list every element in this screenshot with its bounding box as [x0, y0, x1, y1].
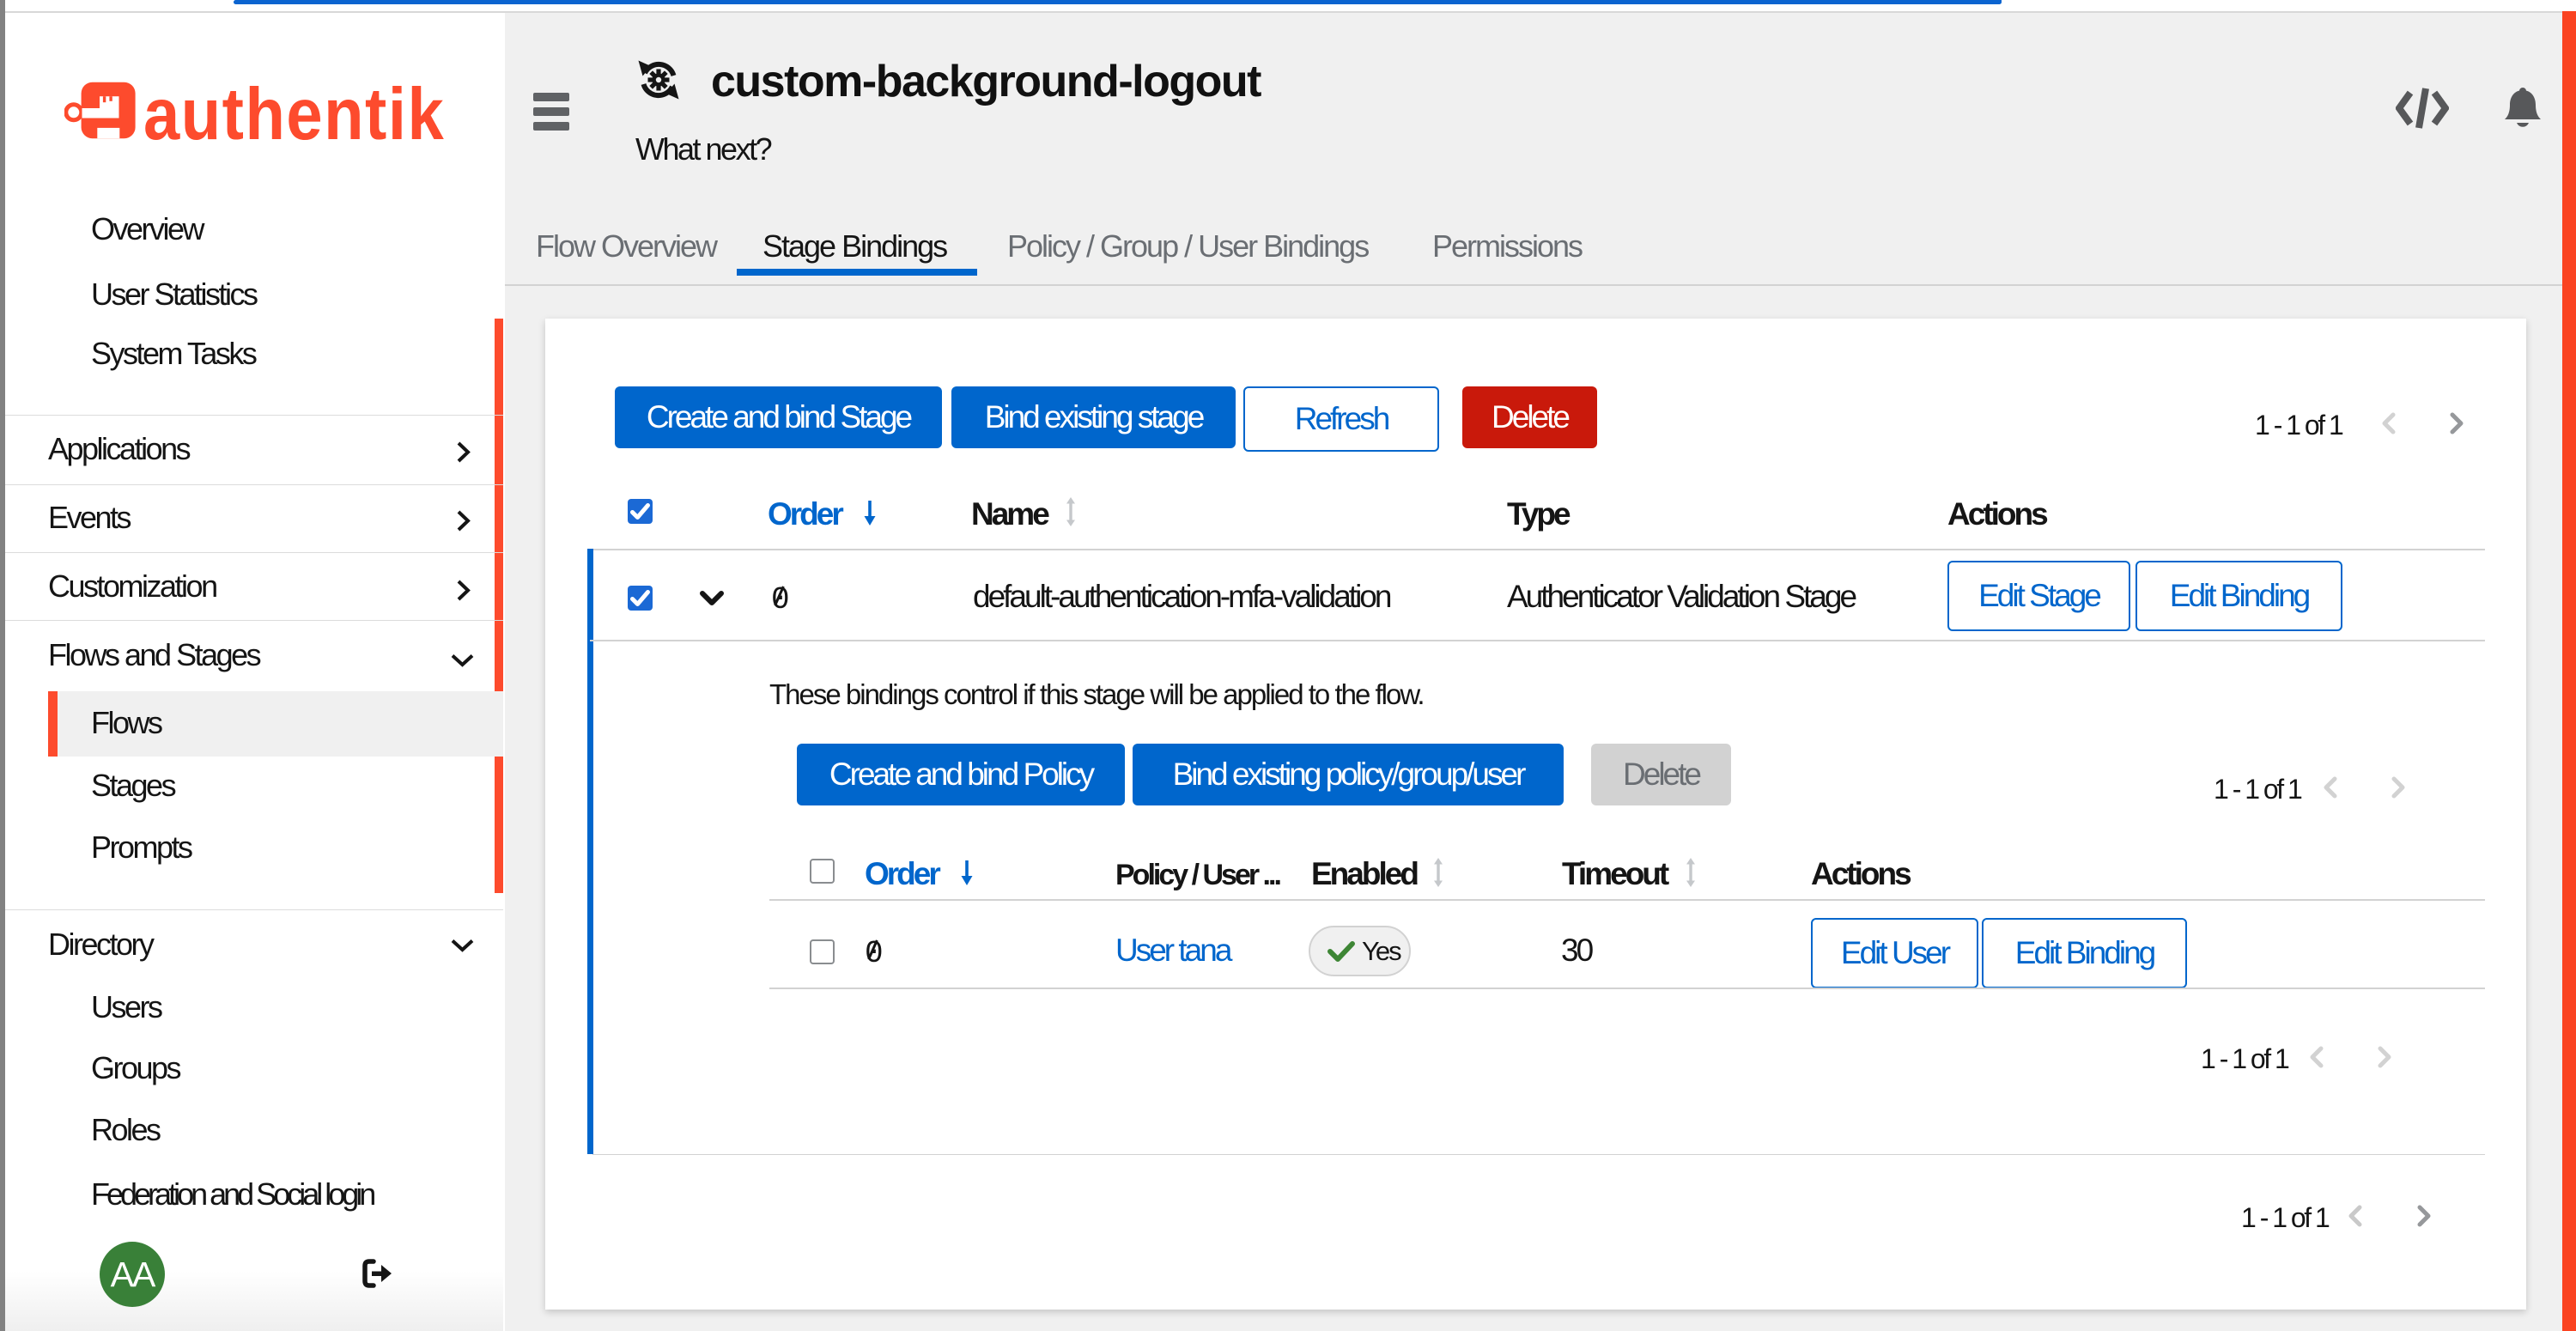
- svg-text:authentik: authentik: [143, 79, 445, 146]
